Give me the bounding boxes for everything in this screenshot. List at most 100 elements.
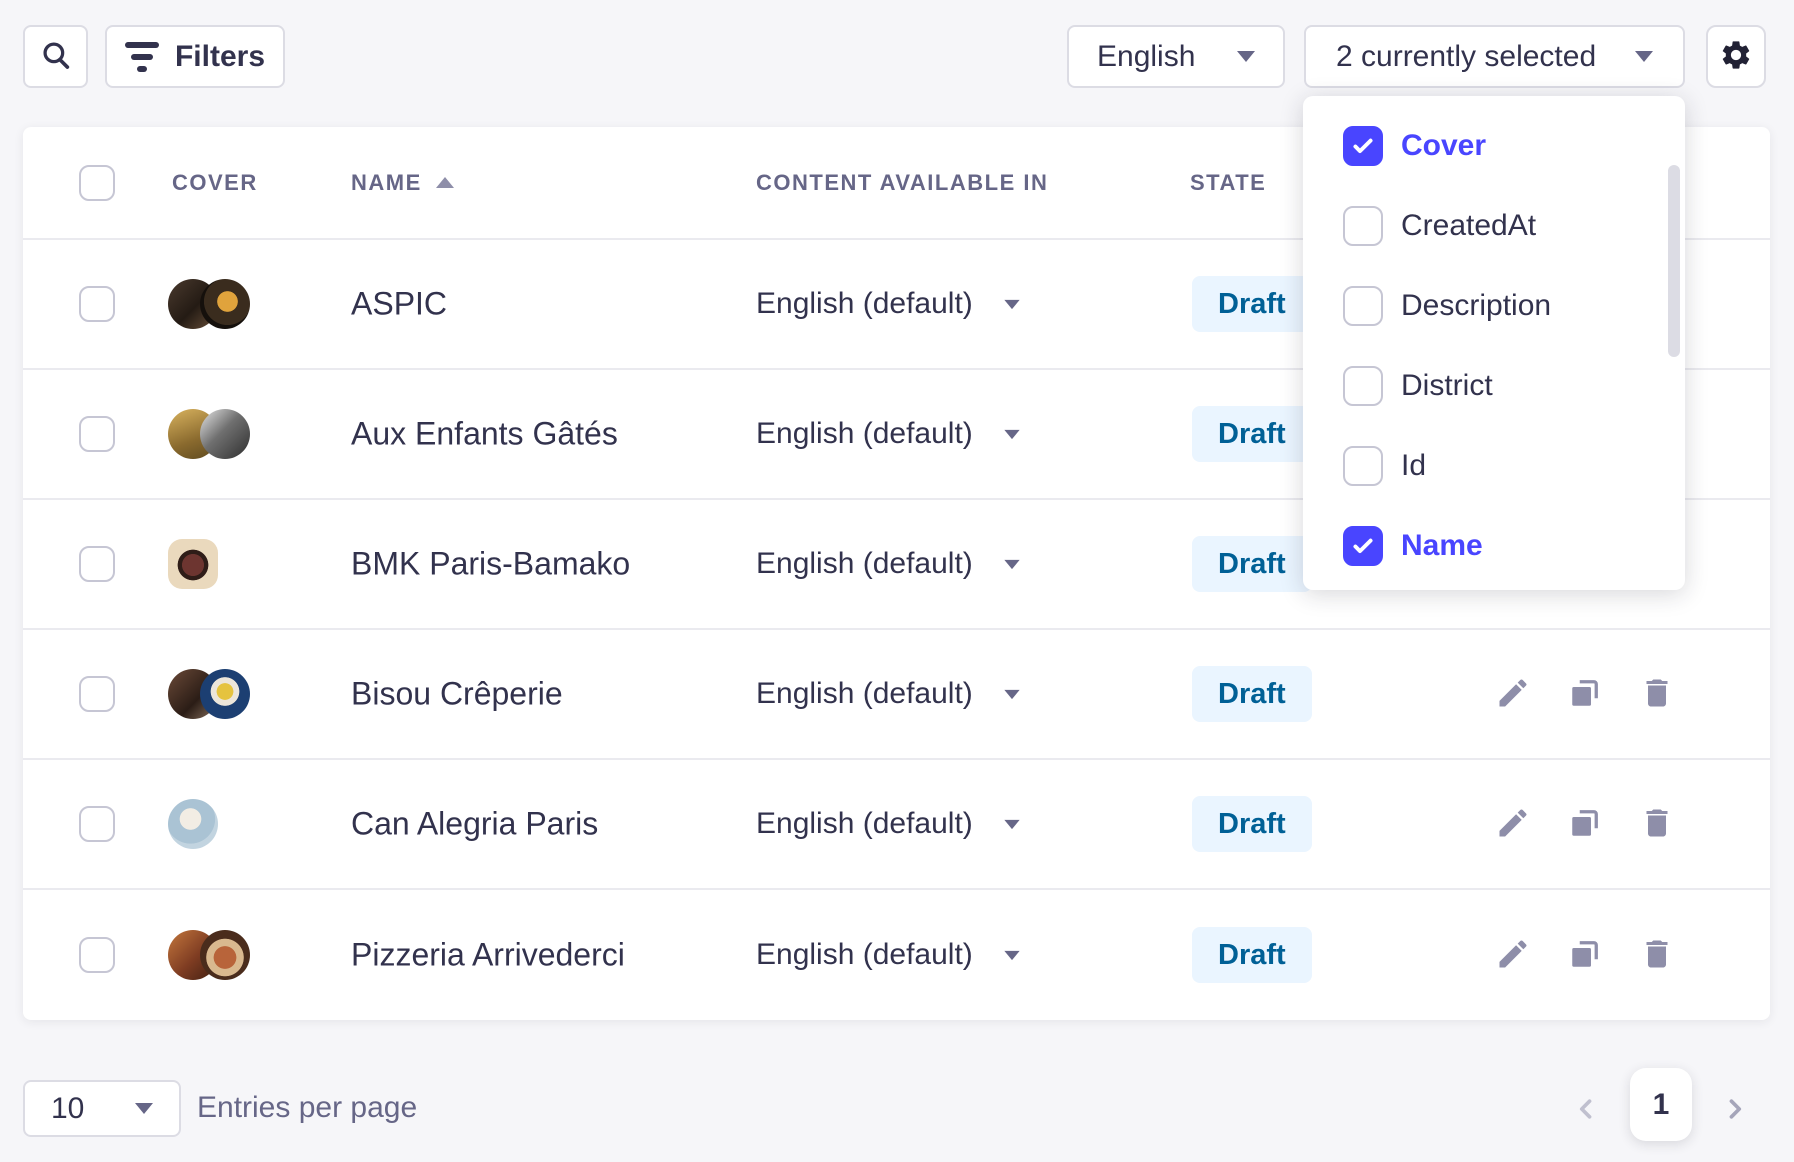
edit-button[interactable] bbox=[1491, 802, 1535, 846]
gear-icon bbox=[1719, 38, 1753, 75]
row-locale-select[interactable]: English (default) bbox=[756, 547, 1021, 581]
row-checkbox[interactable] bbox=[79, 676, 115, 712]
entries-per-page-label: Entries per page bbox=[197, 1091, 417, 1125]
filters-button[interactable]: Filters bbox=[105, 25, 285, 88]
page-size-select[interactable]: 10 bbox=[23, 1080, 181, 1137]
table-row[interactable]: Can Alegria Paris English (default) Draf… bbox=[23, 760, 1770, 890]
row-locale-select[interactable]: English (default) bbox=[756, 938, 1021, 972]
table-row[interactable]: Bisou Crêperie English (default) Draft bbox=[23, 630, 1770, 760]
row-checkbox[interactable] bbox=[79, 937, 115, 973]
dropdown-scrollbar[interactable] bbox=[1668, 165, 1680, 357]
page-size-value: 10 bbox=[51, 1092, 84, 1126]
row-locale-value: English (default) bbox=[756, 807, 973, 841]
pencil-icon bbox=[1495, 675, 1531, 714]
delete-button[interactable] bbox=[1635, 672, 1679, 716]
chevron-down-icon bbox=[1237, 51, 1255, 62]
row-name: Bisou Crêperie bbox=[351, 676, 563, 713]
cover-image bbox=[200, 930, 250, 980]
trash-icon bbox=[1639, 936, 1675, 975]
chevron-down-icon bbox=[1004, 689, 1019, 698]
delete-button[interactable] bbox=[1635, 933, 1679, 977]
column-option-checkbox[interactable] bbox=[1343, 526, 1383, 566]
edit-button[interactable] bbox=[1491, 672, 1535, 716]
state-badge: Draft bbox=[1192, 927, 1312, 983]
row-name: Can Alegria Paris bbox=[351, 806, 598, 843]
locale-select[interactable]: English bbox=[1067, 25, 1285, 88]
duplicate-icon bbox=[1567, 805, 1603, 844]
state-badge: Draft bbox=[1192, 666, 1312, 722]
column-option-label: Id bbox=[1401, 449, 1426, 483]
cover-image bbox=[200, 279, 250, 329]
columns-select[interactable]: 2 currently selected bbox=[1304, 25, 1685, 88]
row-name: Pizzeria Arrivederci bbox=[351, 937, 625, 974]
cover-image bbox=[168, 539, 218, 589]
row-locale-value: English (default) bbox=[756, 547, 973, 581]
column-option-checkbox[interactable] bbox=[1343, 126, 1383, 166]
row-name: Aux Enfants Gâtés bbox=[351, 416, 618, 453]
cover-image bbox=[168, 799, 218, 849]
row-checkbox[interactable] bbox=[79, 806, 115, 842]
chevron-down-icon bbox=[1004, 429, 1019, 438]
row-locale-select[interactable]: English (default) bbox=[756, 287, 1021, 321]
state-badge: Draft bbox=[1192, 276, 1312, 332]
duplicate-button[interactable] bbox=[1563, 933, 1607, 977]
search-icon bbox=[39, 38, 73, 75]
cover-image bbox=[200, 409, 250, 459]
duplicate-button[interactable] bbox=[1563, 672, 1607, 716]
sort-ascending-icon bbox=[436, 177, 454, 188]
column-option[interactable]: Description bbox=[1303, 266, 1685, 346]
column-header-cover[interactable]: COVER bbox=[172, 170, 258, 196]
settings-button[interactable] bbox=[1706, 25, 1766, 88]
row-name: ASPIC bbox=[351, 286, 447, 323]
column-option-checkbox[interactable] bbox=[1343, 446, 1383, 486]
column-option-checkbox[interactable] bbox=[1343, 366, 1383, 406]
cover-avatars bbox=[168, 279, 250, 329]
next-page-button[interactable] bbox=[1713, 1088, 1757, 1132]
column-header-state[interactable]: STATE bbox=[1190, 170, 1266, 196]
column-option[interactable]: District bbox=[1303, 346, 1685, 426]
column-option-label: Description bbox=[1401, 289, 1551, 323]
filter-icon bbox=[125, 42, 159, 72]
duplicate-icon bbox=[1567, 936, 1603, 975]
trash-icon bbox=[1639, 805, 1675, 844]
chevron-down-icon bbox=[1635, 51, 1653, 62]
row-locale-value: English (default) bbox=[756, 417, 973, 451]
row-checkbox[interactable] bbox=[79, 286, 115, 322]
row-checkbox[interactable] bbox=[79, 546, 115, 582]
column-option[interactable]: Id bbox=[1303, 426, 1685, 506]
filters-label: Filters bbox=[175, 40, 265, 74]
pencil-icon bbox=[1495, 805, 1531, 844]
column-option-label: Name bbox=[1401, 529, 1483, 563]
edit-button[interactable] bbox=[1491, 933, 1535, 977]
row-locale-select[interactable]: English (default) bbox=[756, 677, 1021, 711]
row-locale-select[interactable]: English (default) bbox=[756, 417, 1021, 451]
search-button[interactable] bbox=[23, 25, 88, 88]
row-checkbox[interactable] bbox=[79, 416, 115, 452]
column-option[interactable]: Name bbox=[1303, 506, 1685, 586]
cover-avatars bbox=[168, 539, 218, 589]
column-dropdown-list: Cover CreatedAt Description District Id … bbox=[1303, 106, 1685, 586]
chevron-down-icon bbox=[1004, 559, 1019, 568]
chevron-left-icon bbox=[1569, 1092, 1603, 1129]
column-option[interactable]: CreatedAt bbox=[1303, 186, 1685, 266]
chevron-right-icon bbox=[1718, 1092, 1752, 1129]
column-visibility-dropdown: Cover CreatedAt Description District Id … bbox=[1303, 96, 1685, 590]
column-option-checkbox[interactable] bbox=[1343, 206, 1383, 246]
row-name: BMK Paris-Bamako bbox=[351, 546, 630, 583]
column-option-checkbox[interactable] bbox=[1343, 286, 1383, 326]
duplicate-icon bbox=[1567, 675, 1603, 714]
column-option[interactable]: Cover bbox=[1303, 106, 1685, 186]
row-locale-select[interactable]: English (default) bbox=[756, 807, 1021, 841]
column-header-content-available-in[interactable]: CONTENT AVAILABLE IN bbox=[756, 170, 1048, 196]
chevron-down-icon bbox=[1004, 299, 1019, 308]
select-all-checkbox[interactable] bbox=[79, 165, 115, 201]
chevron-down-icon bbox=[1004, 950, 1019, 959]
cover-avatars bbox=[168, 930, 250, 980]
duplicate-button[interactable] bbox=[1563, 802, 1607, 846]
delete-button[interactable] bbox=[1635, 802, 1679, 846]
cover-avatars bbox=[168, 799, 218, 849]
column-header-name[interactable]: NAME bbox=[351, 170, 454, 196]
table-row[interactable]: Pizzeria Arrivederci English (default) D… bbox=[23, 890, 1770, 1020]
previous-page-button[interactable] bbox=[1564, 1088, 1608, 1132]
page-1-button[interactable]: 1 bbox=[1630, 1068, 1692, 1141]
